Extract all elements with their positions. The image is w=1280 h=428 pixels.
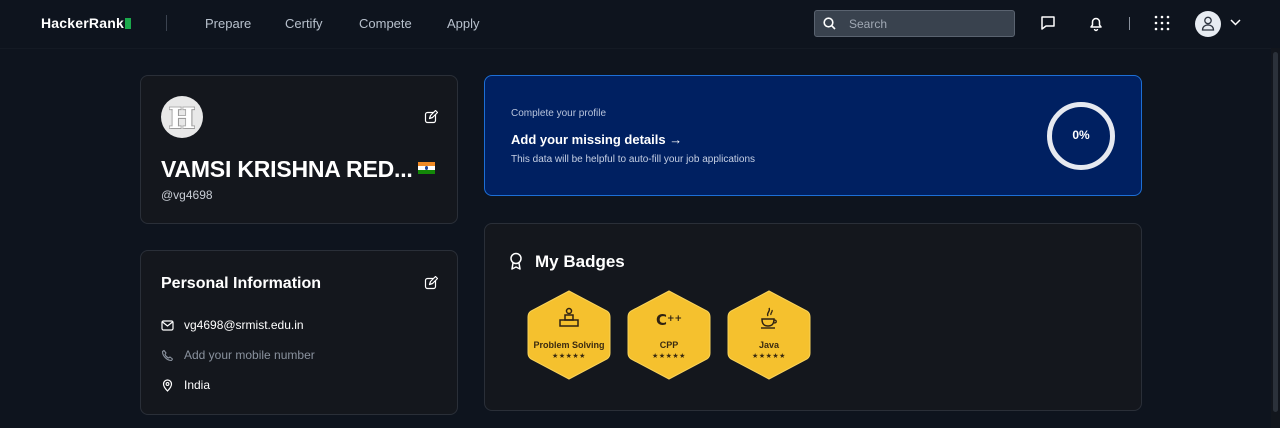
- badge-name: CPP: [659, 340, 679, 350]
- profile-progress-value: 0%: [1072, 128, 1090, 142]
- badge-name: Problem Solving: [533, 340, 605, 350]
- search-icon: [823, 17, 836, 30]
- badge-hexagon: [527, 290, 611, 380]
- badges-title: My Badges: [535, 252, 625, 271]
- badge-ribbon-icon: [510, 252, 522, 270]
- badges-card: My Badges Problem Solving ★★★★★ C++ CPP …: [484, 223, 1142, 411]
- personal-info-card: Personal Information vg4698@srmist.edu.i…: [140, 250, 458, 415]
- chevron-down-icon[interactable]: [1229, 17, 1242, 27]
- java-icon: [727, 306, 811, 337]
- badge-hexagon: [627, 290, 711, 380]
- nav-prepare-link[interactable]: Prepare: [205, 16, 251, 31]
- badge-java[interactable]: Java ★★★★★: [727, 289, 811, 381]
- cpp-icon: C++: [655, 311, 683, 329]
- badge-stars: ★★★★★: [652, 353, 686, 360]
- user-icon: [1201, 16, 1215, 31]
- top-navbar: HackerRank Prepare Certify Compete Apply: [0, 0, 1280, 49]
- location-pin-icon: [162, 379, 173, 392]
- mail-icon: [161, 320, 174, 331]
- nav-compete-link[interactable]: Compete: [359, 16, 412, 31]
- scrollbar-thumb[interactable]: [1273, 52, 1278, 412]
- personal-info-title: Personal Information: [161, 275, 322, 292]
- apps-grid-icon[interactable]: [1153, 14, 1171, 32]
- badge-problem-solving[interactable]: Problem Solving ★★★★★: [527, 289, 611, 381]
- profile-card: H VAMSI KRISHNA RED... @vg4698: [140, 75, 458, 224]
- badge-cpp[interactable]: C++ CPP ★★★★★: [627, 289, 711, 381]
- hackerrank-logo[interactable]: HackerRank: [41, 15, 131, 31]
- mobile-placeholder[interactable]: Add your mobile number: [184, 348, 315, 362]
- add-missing-details-link[interactable]: Add your missing details →: [511, 132, 682, 147]
- bell-icon[interactable]: [1087, 14, 1105, 32]
- profile-handle: @vg4698: [161, 188, 213, 202]
- edit-icon[interactable]: [424, 276, 438, 290]
- badge-stars: ★★★★★: [552, 353, 586, 360]
- edit-icon[interactable]: [424, 110, 438, 124]
- india-flag-icon: [418, 162, 435, 174]
- nav-apply-link[interactable]: Apply: [447, 16, 480, 31]
- nav-certify-link[interactable]: Certify: [285, 16, 323, 31]
- logo-mark: [124, 18, 131, 29]
- profile-avatar: H: [161, 96, 203, 138]
- complete-profile-description: This data will be helpful to auto-fill y…: [511, 154, 756, 165]
- search-input[interactable]: [847, 14, 1011, 34]
- complete-profile-label: Complete your profile: [511, 108, 607, 119]
- user-avatar[interactable]: [1195, 11, 1221, 37]
- phone-icon: [161, 349, 174, 362]
- badge-stars: ★★★★★: [752, 353, 786, 360]
- problem-solving-icon: [527, 306, 611, 335]
- nav-divider: [166, 15, 167, 31]
- profile-name: VAMSI KRISHNA RED...: [161, 156, 413, 182]
- nav-divider: [1129, 17, 1130, 30]
- search-box[interactable]: [814, 10, 1015, 37]
- email-value: vg4698@srmist.edu.in: [184, 318, 304, 332]
- badge-name: Java: [758, 340, 780, 350]
- message-icon[interactable]: [1039, 14, 1057, 32]
- location-value: India: [184, 378, 211, 392]
- profile-progress-ring: 0%: [1047, 102, 1115, 170]
- complete-profile-banner[interactable]: Complete your profile Add your missing d…: [484, 75, 1142, 196]
